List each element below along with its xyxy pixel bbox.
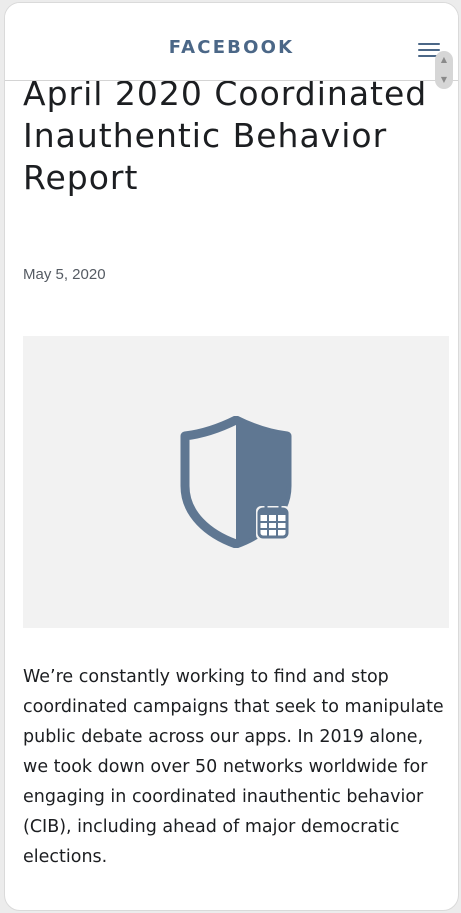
site-header: FACEBOOK	[5, 3, 458, 81]
scroll-up-icon[interactable]: ▲	[435, 55, 453, 65]
hero-image	[23, 336, 449, 628]
brand-logo-text[interactable]: FACEBOOK	[5, 37, 458, 58]
scrollbar-handle[interactable]: ▲ ▼	[435, 51, 453, 89]
scroll-down-icon[interactable]: ▼	[435, 75, 453, 85]
article-body: We’re constantly working to find and sto…	[23, 667, 444, 867]
phone-frame: FACEBOOK ▲ ▼ April 2020 Coordinated Inau…	[4, 2, 459, 911]
shield-calendar-icon	[180, 415, 294, 549]
article-title: April 2020 Coordinated Inauthentic Behav…	[23, 74, 428, 197]
article-date: May 5, 2020	[23, 266, 106, 283]
